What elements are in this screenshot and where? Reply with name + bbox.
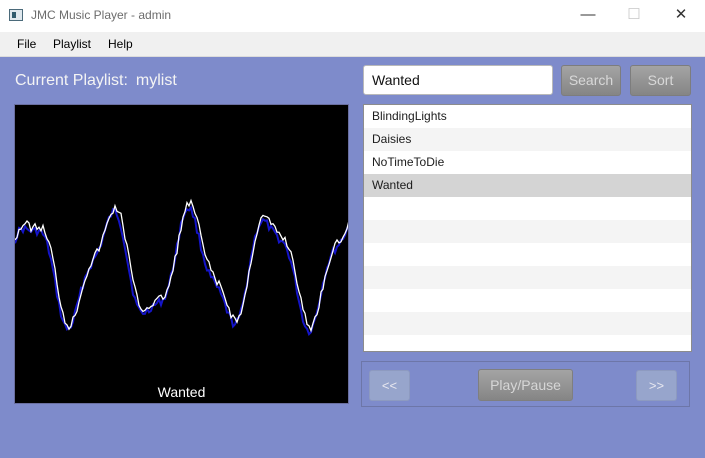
now-playing-title: Wanted (157, 384, 206, 400)
song-list-empty-row (364, 335, 691, 351)
minimize-button[interactable]: — (565, 0, 611, 32)
play-pause-button[interactable]: Play/Pause (478, 369, 573, 401)
song-list-empty-row (364, 197, 691, 220)
song-list-item[interactable]: Daisies (364, 128, 691, 151)
song-list-empty-row (364, 243, 691, 266)
search-button[interactable]: Search (561, 65, 621, 96)
menu-playlist[interactable]: Playlist (53, 37, 91, 51)
close-button[interactable]: ✕ (658, 0, 704, 32)
next-button[interactable]: >> (636, 370, 677, 401)
menu-help[interactable]: Help (108, 37, 133, 51)
menu-bar: File Playlist Help (0, 32, 705, 57)
song-list-item-selected[interactable]: Wanted (364, 174, 691, 197)
main-panel: Current Playlist: mylist Wanted Search So… (0, 57, 705, 458)
song-list-item[interactable]: NoTimeToDie (364, 151, 691, 174)
song-list-empty-row (364, 289, 691, 312)
app-icon (9, 9, 23, 21)
current-playlist-name: mylist (135, 72, 177, 89)
menu-file[interactable]: File (17, 37, 36, 51)
maximize-button[interactable]: ☐ (611, 0, 657, 32)
waveform-channel-1 (15, 198, 348, 333)
waveform-display (15, 198, 348, 337)
song-list-empty-row (364, 312, 691, 335)
search-input[interactable] (363, 65, 553, 95)
current-playlist-label: Current Playlist: mylist (15, 72, 185, 90)
song-list-item[interactable]: BlindingLights (364, 105, 691, 128)
current-playlist-caption: Current Playlist: (15, 72, 128, 89)
sort-button[interactable]: Sort (630, 65, 691, 96)
previous-button[interactable]: << (369, 370, 410, 401)
song-list-empty-row (364, 220, 691, 243)
playback-controls: << Play/Pause >> (361, 361, 690, 407)
audio-visualizer: Wanted (14, 104, 349, 404)
window-title: JMC Music Player - admin (31, 8, 172, 22)
song-list-empty-row (364, 266, 691, 289)
title-bar: JMC Music Player - admin — ☐ ✕ (0, 0, 705, 33)
song-list[interactable]: BlindingLights Daisies NoTimeToDie Wante… (363, 104, 692, 352)
